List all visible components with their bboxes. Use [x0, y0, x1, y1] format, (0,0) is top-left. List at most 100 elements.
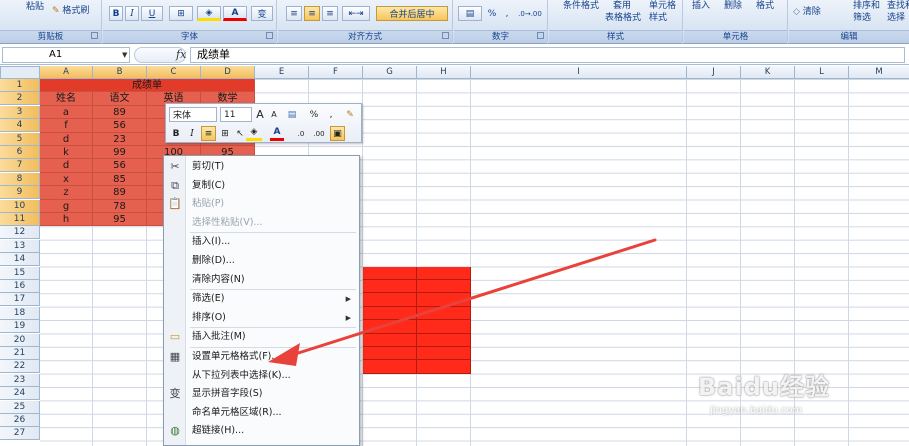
mini-increase-decimal[interactable]: .0	[294, 126, 308, 141]
mini-font-color-button[interactable]: A	[270, 126, 284, 141]
row-header-25[interactable]: 25	[0, 400, 40, 414]
header-cell[interactable]: 语文	[93, 92, 147, 106]
cell[interactable]: 56	[93, 119, 147, 133]
row-header-1[interactable]: 1	[0, 79, 40, 92]
align-center-button[interactable]: ≡	[304, 6, 320, 21]
row-header-12[interactable]: 12	[0, 226, 40, 240]
menu-item[interactable]: ⧉ 复制(C)	[164, 177, 359, 195]
mini-font-size[interactable]: 11	[220, 107, 252, 122]
mini-currency-button[interactable]: ▤	[283, 107, 301, 122]
row-header-13[interactable]: 13	[0, 239, 40, 253]
insert-function-icon[interactable]: fx	[176, 48, 186, 61]
cell[interactable]: 78	[93, 199, 147, 213]
mini-fill-button[interactable]: ◈	[246, 126, 262, 141]
column-header-j[interactable]: J	[687, 66, 741, 79]
indent-button[interactable]: ⇤⇥	[342, 6, 370, 21]
merge-center-button[interactable]: 合并后居中	[376, 6, 448, 21]
find-select-line1[interactable]: 查找和	[887, 1, 909, 11]
row-header-2[interactable]: 2	[0, 92, 40, 106]
name-box[interactable]: A1	[2, 47, 130, 63]
column-header-c[interactable]: C	[147, 66, 201, 79]
column-header-m[interactable]: M	[849, 66, 909, 79]
column-header-f[interactable]: F	[309, 66, 363, 79]
phonetic-button[interactable]: 变	[251, 6, 273, 21]
cell-fill[interactable]	[417, 306, 471, 321]
row-header-24[interactable]: 24	[0, 387, 40, 401]
cell[interactable]: 85	[93, 172, 147, 187]
name-box-dropdown-icon[interactable]: ▼	[122, 51, 127, 59]
cell[interactable]: a	[40, 105, 93, 120]
cell-fill[interactable]	[363, 360, 417, 374]
cell[interactable]: 89	[93, 186, 147, 200]
mini-shrink-font[interactable]: A	[268, 107, 280, 122]
column-header-h[interactable]: H	[417, 66, 471, 79]
column-header-k[interactable]: K	[741, 66, 795, 79]
row-header-9[interactable]: 9	[0, 186, 40, 200]
clear-button[interactable]: ◇ 清除	[793, 7, 821, 17]
cell-fill[interactable]	[363, 306, 417, 321]
cell-fill[interactable]	[363, 293, 417, 307]
cell-fill[interactable]	[363, 347, 417, 361]
menu-item[interactable]: 变显示拼音字段(S)	[164, 385, 359, 403]
column-header-i[interactable]: I	[471, 66, 687, 79]
row-header-3[interactable]: 3	[0, 105, 40, 119]
mini-merge-button[interactable]: ▣	[330, 126, 345, 141]
currency-button[interactable]: ▤	[458, 6, 482, 21]
column-header-g[interactable]: G	[363, 66, 417, 79]
column-header-b[interactable]: B	[93, 66, 147, 79]
cell[interactable]: f	[40, 119, 93, 133]
find-select-line2[interactable]: 选择	[887, 13, 905, 23]
cell-fill[interactable]	[417, 266, 471, 280]
bold-button[interactable]: B	[109, 6, 123, 21]
mini-bold-button[interactable]: B	[169, 126, 183, 141]
cell-fill[interactable]	[417, 293, 471, 307]
cell[interactable]: 99	[93, 146, 147, 160]
alignment-launcher[interactable]	[442, 32, 449, 39]
menu-item[interactable]: ✂ 剪切(T)	[164, 158, 359, 176]
cell-fill[interactable]	[417, 360, 471, 374]
row-header-14[interactable]: 14	[0, 253, 40, 267]
menu-item[interactable]: ▭ 插入批注(M)	[164, 328, 359, 346]
font-launcher[interactable]	[266, 32, 273, 39]
mini-grow-font[interactable]: A	[254, 107, 266, 122]
row-header-22[interactable]: 22	[0, 360, 40, 374]
cell[interactable]: 95	[93, 213, 147, 227]
row-header-20[interactable]: 20	[0, 333, 40, 347]
number-launcher[interactable]	[537, 32, 544, 39]
conditional-format-button[interactable]: 条件格式	[563, 1, 599, 11]
header-cell[interactable]: 姓名	[40, 92, 93, 106]
cell[interactable]: 56	[93, 159, 147, 173]
align-left-button[interactable]: ≡	[286, 6, 302, 21]
menu-item[interactable]: 筛选(E) ▶	[164, 290, 359, 308]
cell[interactable]: h	[40, 213, 93, 227]
cell-styles-line2[interactable]: 样式	[649, 13, 667, 23]
cell-fill[interactable]	[363, 320, 417, 334]
row-header-18[interactable]: 18	[0, 306, 40, 320]
percent-button[interactable]: %	[486, 6, 498, 21]
row-header-21[interactable]: 21	[0, 347, 40, 360]
row-header-27[interactable]: 27	[0, 427, 40, 441]
cell[interactable]: 89	[93, 105, 147, 120]
format-painter-button[interactable]: ✎ 格式刷	[52, 6, 89, 16]
cell-fill[interactable]	[417, 320, 471, 334]
cell-styles-line1[interactable]: 单元格	[649, 1, 676, 11]
column-header-e[interactable]: E	[255, 66, 309, 79]
cell-fill[interactable]	[417, 280, 471, 294]
format-as-table-line1[interactable]: 套用	[613, 1, 631, 11]
sort-filter-line2[interactable]: 筛选	[853, 13, 871, 23]
menu-item[interactable]: ▦ 设置单元格格式(F)...	[164, 348, 359, 366]
fill-color-button[interactable]: ◈	[197, 6, 221, 21]
cell[interactable]: 23	[93, 132, 147, 146]
row-header-26[interactable]: 26	[0, 414, 40, 427]
cell[interactable]: x	[40, 172, 93, 187]
cell[interactable]: d	[40, 132, 93, 146]
format-as-table-line2[interactable]: 表格格式	[605, 13, 641, 23]
column-header-d[interactable]: D	[201, 66, 255, 79]
delete-button[interactable]: 删除	[724, 1, 742, 11]
cell-fill[interactable]	[417, 333, 471, 347]
cell[interactable]: z	[40, 186, 93, 200]
row-header-10[interactable]: 10	[0, 199, 40, 213]
mini-percent-button[interactable]: %	[308, 107, 320, 122]
border-button[interactable]: ⊞	[169, 6, 193, 21]
mini-font-name[interactable]: 宋体	[169, 107, 217, 122]
